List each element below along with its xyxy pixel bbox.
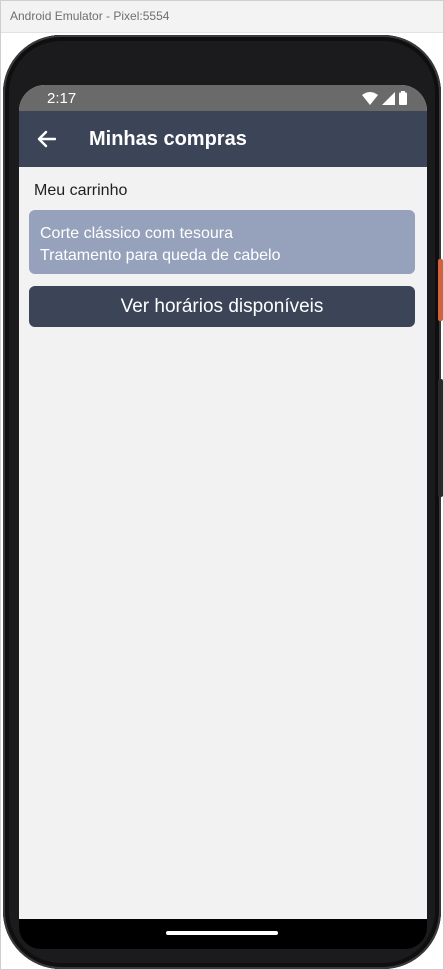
cart-item: Corte clássico com tesoura [40, 225, 233, 242]
gesture-nav-bar [19, 919, 427, 949]
status-icons [362, 91, 407, 105]
wifi-icon [362, 92, 378, 105]
arrow-left-icon [37, 130, 56, 148]
volume-button[interactable] [438, 379, 443, 497]
window-title: Android Emulator - Pixel:5554 [10, 9, 170, 23]
cart-section-title: Meu carrinho [34, 182, 128, 199]
emulator-window: Android Emulator - Pixel:5554 2:17 Minha… [0, 0, 444, 970]
back-button[interactable] [31, 124, 61, 154]
view-schedules-button[interactable]: Ver horários disponíveis [29, 286, 415, 327]
cart-card: Corte clássico com tesoura Tratamento pa… [29, 210, 415, 274]
status-time: 2:17 [47, 90, 77, 107]
status-bar: 2:17 [19, 85, 427, 111]
cell-signal-icon [382, 92, 395, 105]
app-bar: Minhas compras [19, 111, 427, 167]
phone-screen: 2:17 Minhas compras Meu carrinho Corte c… [19, 85, 427, 919]
page-title: Minhas compras [89, 128, 247, 150]
power-button[interactable] [438, 259, 443, 321]
window-titlebar[interactable]: Android Emulator - Pixel:5554 [1, 1, 443, 33]
battery-icon [399, 91, 407, 105]
cart-item: Tratamento para queda de cabelo [40, 247, 281, 264]
home-gesture-handle[interactable] [166, 931, 278, 935]
